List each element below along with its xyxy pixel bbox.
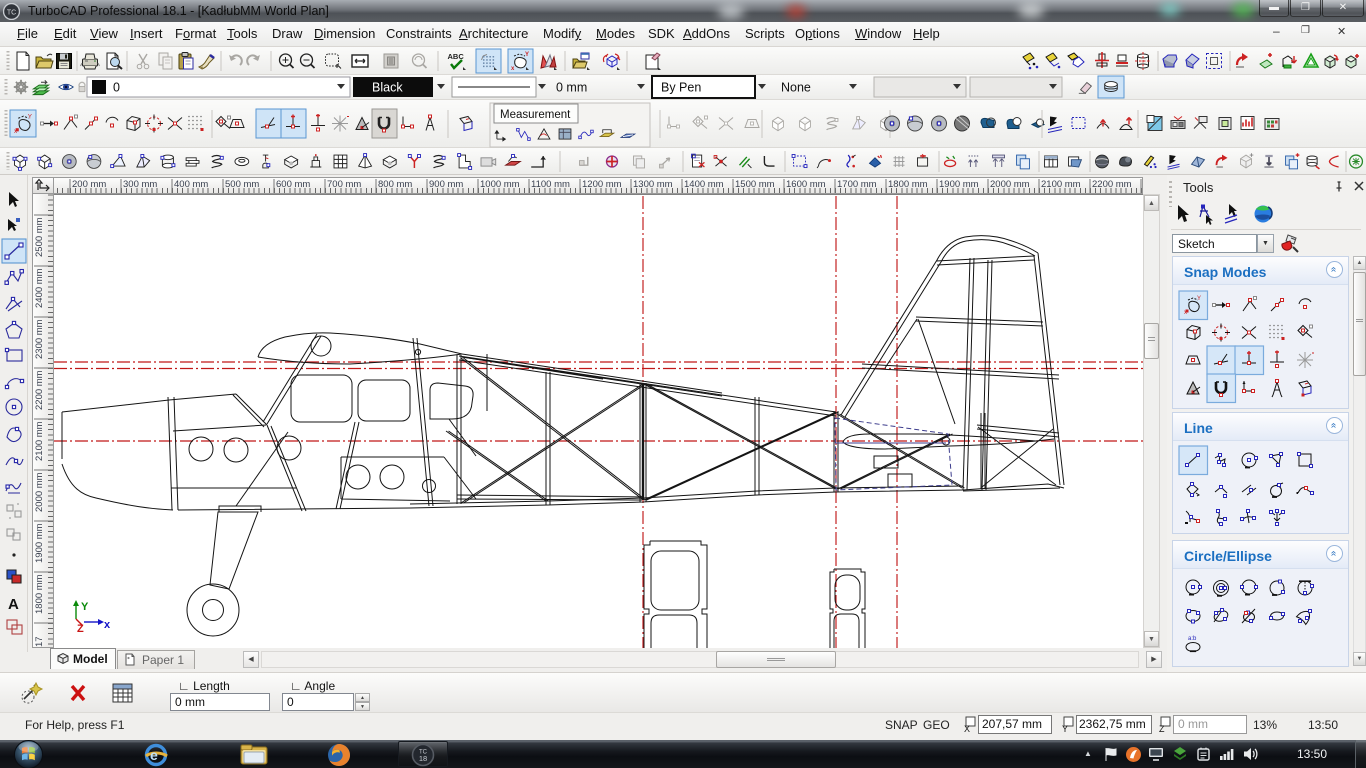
svg-text:None: None xyxy=(781,81,811,95)
svg-text:900 mm: 900 mm xyxy=(429,179,463,190)
svg-text:2400 mm: 2400 mm xyxy=(34,268,45,308)
svg-text:2300 mm: 2300 mm xyxy=(34,319,45,359)
svg-text:1600 mm: 1600 mm xyxy=(786,179,826,190)
svg-text:Z: Z xyxy=(77,623,84,635)
svg-text:1500 mm: 1500 mm xyxy=(735,179,775,190)
svg-text:2000 mm: 2000 mm xyxy=(990,179,1030,190)
svg-text:1700 mm: 1700 mm xyxy=(837,179,877,190)
svg-text:1900 mm: 1900 mm xyxy=(34,523,45,563)
svg-text:17: 17 xyxy=(34,636,45,647)
svg-text:0: 0 xyxy=(113,81,120,95)
svg-text:500 mm: 500 mm xyxy=(225,179,259,190)
svg-text:1800 mm: 1800 mm xyxy=(34,574,45,614)
svg-text:1400 mm: 1400 mm xyxy=(684,179,724,190)
svg-text:1300 mm: 1300 mm xyxy=(633,179,673,190)
svg-text:1000 mm: 1000 mm xyxy=(480,179,520,190)
svg-text:e: e xyxy=(150,747,158,763)
svg-text:600 mm: 600 mm xyxy=(276,179,310,190)
svg-text:Y: Y xyxy=(1062,724,1068,733)
svg-text:1800 mm: 1800 mm xyxy=(888,179,928,190)
svg-text:2200 mm: 2200 mm xyxy=(34,370,45,410)
svg-text:ABC: ABC xyxy=(448,52,465,61)
svg-text:18: 18 xyxy=(419,754,427,763)
svg-text:2000 mm: 2000 mm xyxy=(34,472,45,512)
svg-text:TC: TC xyxy=(7,10,16,17)
svg-text:200 mm: 200 mm xyxy=(72,179,106,190)
svg-text:1200 mm: 1200 mm xyxy=(582,179,622,190)
svg-text:Y: Y xyxy=(525,52,529,58)
svg-text:By Pen: By Pen xyxy=(661,81,701,95)
svg-text:2500 mm: 2500 mm xyxy=(34,217,45,257)
svg-text:Y: Y xyxy=(81,601,89,613)
svg-text:x: x xyxy=(104,619,111,631)
svg-text:2100 mm: 2100 mm xyxy=(34,421,45,461)
svg-text:800 mm: 800 mm xyxy=(378,179,412,190)
svg-text:2200 mm: 2200 mm xyxy=(1092,179,1132,190)
svg-text:1100 mm: 1100 mm xyxy=(531,179,570,190)
svg-text:A: A xyxy=(8,596,19,613)
svg-text:X: X xyxy=(964,724,970,733)
svg-text:400 mm: 400 mm xyxy=(174,179,208,190)
svg-text:Z: Z xyxy=(1159,724,1165,733)
svg-text:1900 mm: 1900 mm xyxy=(939,179,979,190)
svg-text:Y: Y xyxy=(1197,296,1201,302)
svg-text:Measurement: Measurement xyxy=(500,109,571,121)
svg-text:700 mm: 700 mm xyxy=(327,179,361,190)
svg-text:Black: Black xyxy=(372,81,403,95)
svg-text:300 mm: 300 mm xyxy=(123,179,157,190)
svg-text:a:b: a:b xyxy=(1188,636,1197,642)
svg-text:0 mm: 0 mm xyxy=(556,81,587,95)
svg-text:2100 mm: 2100 mm xyxy=(1041,179,1081,190)
